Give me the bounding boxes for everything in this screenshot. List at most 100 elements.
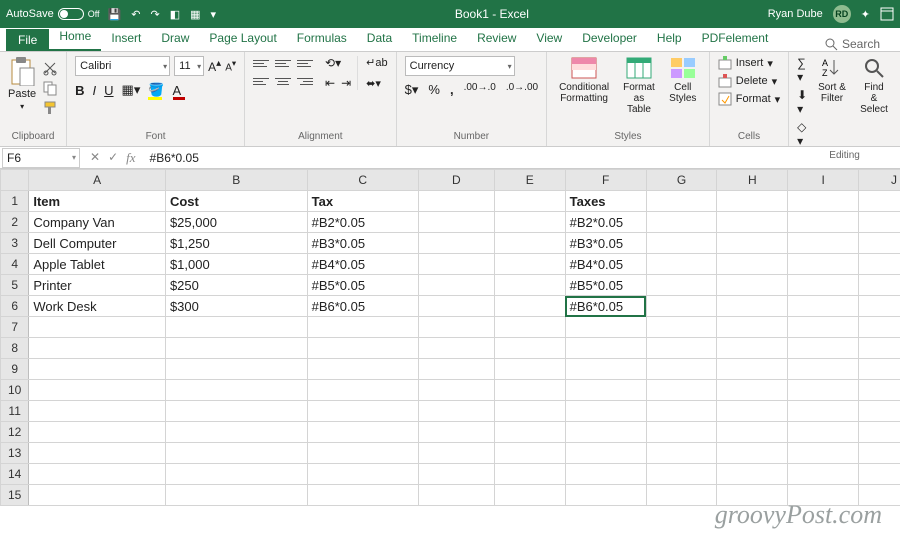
- cell-B4[interactable]: $1,000: [165, 254, 307, 275]
- cell-H11[interactable]: [717, 401, 788, 422]
- align-middle-button[interactable]: [275, 56, 291, 70]
- row-header-6[interactable]: 6: [1, 296, 29, 317]
- cell-H8[interactable]: [717, 338, 788, 359]
- undo-icon[interactable]: ↶: [131, 8, 140, 21]
- cell-G8[interactable]: [646, 338, 717, 359]
- column-header-C[interactable]: C: [307, 170, 418, 191]
- user-name[interactable]: Ryan Dube: [768, 8, 823, 20]
- cell-F11[interactable]: [565, 401, 646, 422]
- tab-developer[interactable]: Developer: [572, 27, 647, 51]
- cell-H1[interactable]: [717, 191, 788, 212]
- font-color-button[interactable]: A: [173, 83, 182, 98]
- cell-E7[interactable]: [494, 317, 565, 338]
- save-icon[interactable]: 💾: [108, 8, 122, 21]
- column-header-A[interactable]: A: [29, 170, 166, 191]
- cell-B10[interactable]: [165, 380, 307, 401]
- orientation-button[interactable]: ⟲▾: [325, 56, 341, 70]
- cell-I4[interactable]: [788, 254, 859, 275]
- cell-F3[interactable]: #B3*0.05: [565, 233, 646, 254]
- cell-D10[interactable]: [418, 380, 494, 401]
- cell-E12[interactable]: [494, 422, 565, 443]
- cell-J2[interactable]: [859, 212, 900, 233]
- cell-H10[interactable]: [717, 380, 788, 401]
- row-header-14[interactable]: 14: [1, 464, 29, 485]
- autosave-toggle[interactable]: AutoSave Off: [6, 8, 100, 20]
- cell-H2[interactable]: [717, 212, 788, 233]
- cell-J13[interactable]: [859, 443, 900, 464]
- increase-font-icon[interactable]: A▴: [208, 58, 221, 74]
- cell-C7[interactable]: [307, 317, 418, 338]
- clear-button[interactable]: ◇ ▾: [797, 120, 808, 148]
- cell-G14[interactable]: [646, 464, 717, 485]
- cell-E5[interactable]: [494, 275, 565, 296]
- cell-I6[interactable]: [788, 296, 859, 317]
- cell-G1[interactable]: [646, 191, 717, 212]
- cell-B13[interactable]: [165, 443, 307, 464]
- cell-I5[interactable]: [788, 275, 859, 296]
- copy-icon[interactable]: [42, 80, 58, 96]
- cell-G6[interactable]: [646, 296, 717, 317]
- cell-F5[interactable]: #B5*0.05: [565, 275, 646, 296]
- cell-J6[interactable]: [859, 296, 900, 317]
- row-header-3[interactable]: 3: [1, 233, 29, 254]
- cell-I2[interactable]: [788, 212, 859, 233]
- cancel-formula-icon[interactable]: ✕: [90, 150, 100, 166]
- cell-E14[interactable]: [494, 464, 565, 485]
- cell-J14[interactable]: [859, 464, 900, 485]
- cell-E13[interactable]: [494, 443, 565, 464]
- cell-E8[interactable]: [494, 338, 565, 359]
- cell-C8[interactable]: [307, 338, 418, 359]
- row-header-15[interactable]: 15: [1, 485, 29, 506]
- tab-draw[interactable]: Draw: [151, 27, 199, 51]
- name-box[interactable]: F6: [2, 148, 80, 168]
- underline-button[interactable]: U: [104, 83, 113, 98]
- cell-D4[interactable]: [418, 254, 494, 275]
- cell-C5[interactable]: #B5*0.05: [307, 275, 418, 296]
- tab-data[interactable]: Data: [357, 27, 402, 51]
- format-painter-icon[interactable]: [42, 100, 58, 116]
- cell-E6[interactable]: [494, 296, 565, 317]
- cell-A13[interactable]: [29, 443, 166, 464]
- cell-F10[interactable]: [565, 380, 646, 401]
- cell-B14[interactable]: [165, 464, 307, 485]
- row-header-12[interactable]: 12: [1, 422, 29, 443]
- increase-decimal-button[interactable]: .00→.0: [464, 82, 496, 98]
- cell-E2[interactable]: [494, 212, 565, 233]
- cell-G11[interactable]: [646, 401, 717, 422]
- tab-timeline[interactable]: Timeline: [402, 27, 467, 51]
- column-header-G[interactable]: G: [646, 170, 717, 191]
- cell-E11[interactable]: [494, 401, 565, 422]
- format-cells-button[interactable]: Format ▾: [718, 92, 780, 106]
- autosum-button[interactable]: ∑ ▾: [797, 56, 808, 84]
- cell-J4[interactable]: [859, 254, 900, 275]
- cell-B3[interactable]: $1,250: [165, 233, 307, 254]
- fx-icon[interactable]: fx: [126, 150, 135, 166]
- find-select-button[interactable]: Find & Select: [856, 56, 892, 115]
- merge-center-button[interactable]: ⬌▾: [366, 77, 387, 90]
- decrease-font-icon[interactable]: A▾: [225, 58, 236, 73]
- cell-J7[interactable]: [859, 317, 900, 338]
- cell-F4[interactable]: #B4*0.05: [565, 254, 646, 275]
- cell-A4[interactable]: Apple Tablet: [29, 254, 166, 275]
- cell-G5[interactable]: [646, 275, 717, 296]
- row-header-1[interactable]: 1: [1, 191, 29, 212]
- cell-G9[interactable]: [646, 359, 717, 380]
- cell-J12[interactable]: [859, 422, 900, 443]
- cell-B2[interactable]: $25,000: [165, 212, 307, 233]
- cell-F14[interactable]: [565, 464, 646, 485]
- ribbon-options-icon[interactable]: [880, 7, 894, 21]
- cell-D6[interactable]: [418, 296, 494, 317]
- cell-B6[interactable]: $300: [165, 296, 307, 317]
- cell-H13[interactable]: [717, 443, 788, 464]
- row-header-10[interactable]: 10: [1, 380, 29, 401]
- cell-A9[interactable]: [29, 359, 166, 380]
- cell-B11[interactable]: [165, 401, 307, 422]
- format-as-table-button[interactable]: Format as Table: [619, 56, 659, 115]
- align-right-button[interactable]: [297, 74, 313, 88]
- cell-F15[interactable]: [565, 485, 646, 506]
- select-all-corner[interactable]: [1, 170, 29, 191]
- cell-B1[interactable]: Cost: [165, 191, 307, 212]
- cell-A15[interactable]: [29, 485, 166, 506]
- cell-A11[interactable]: [29, 401, 166, 422]
- cell-I3[interactable]: [788, 233, 859, 254]
